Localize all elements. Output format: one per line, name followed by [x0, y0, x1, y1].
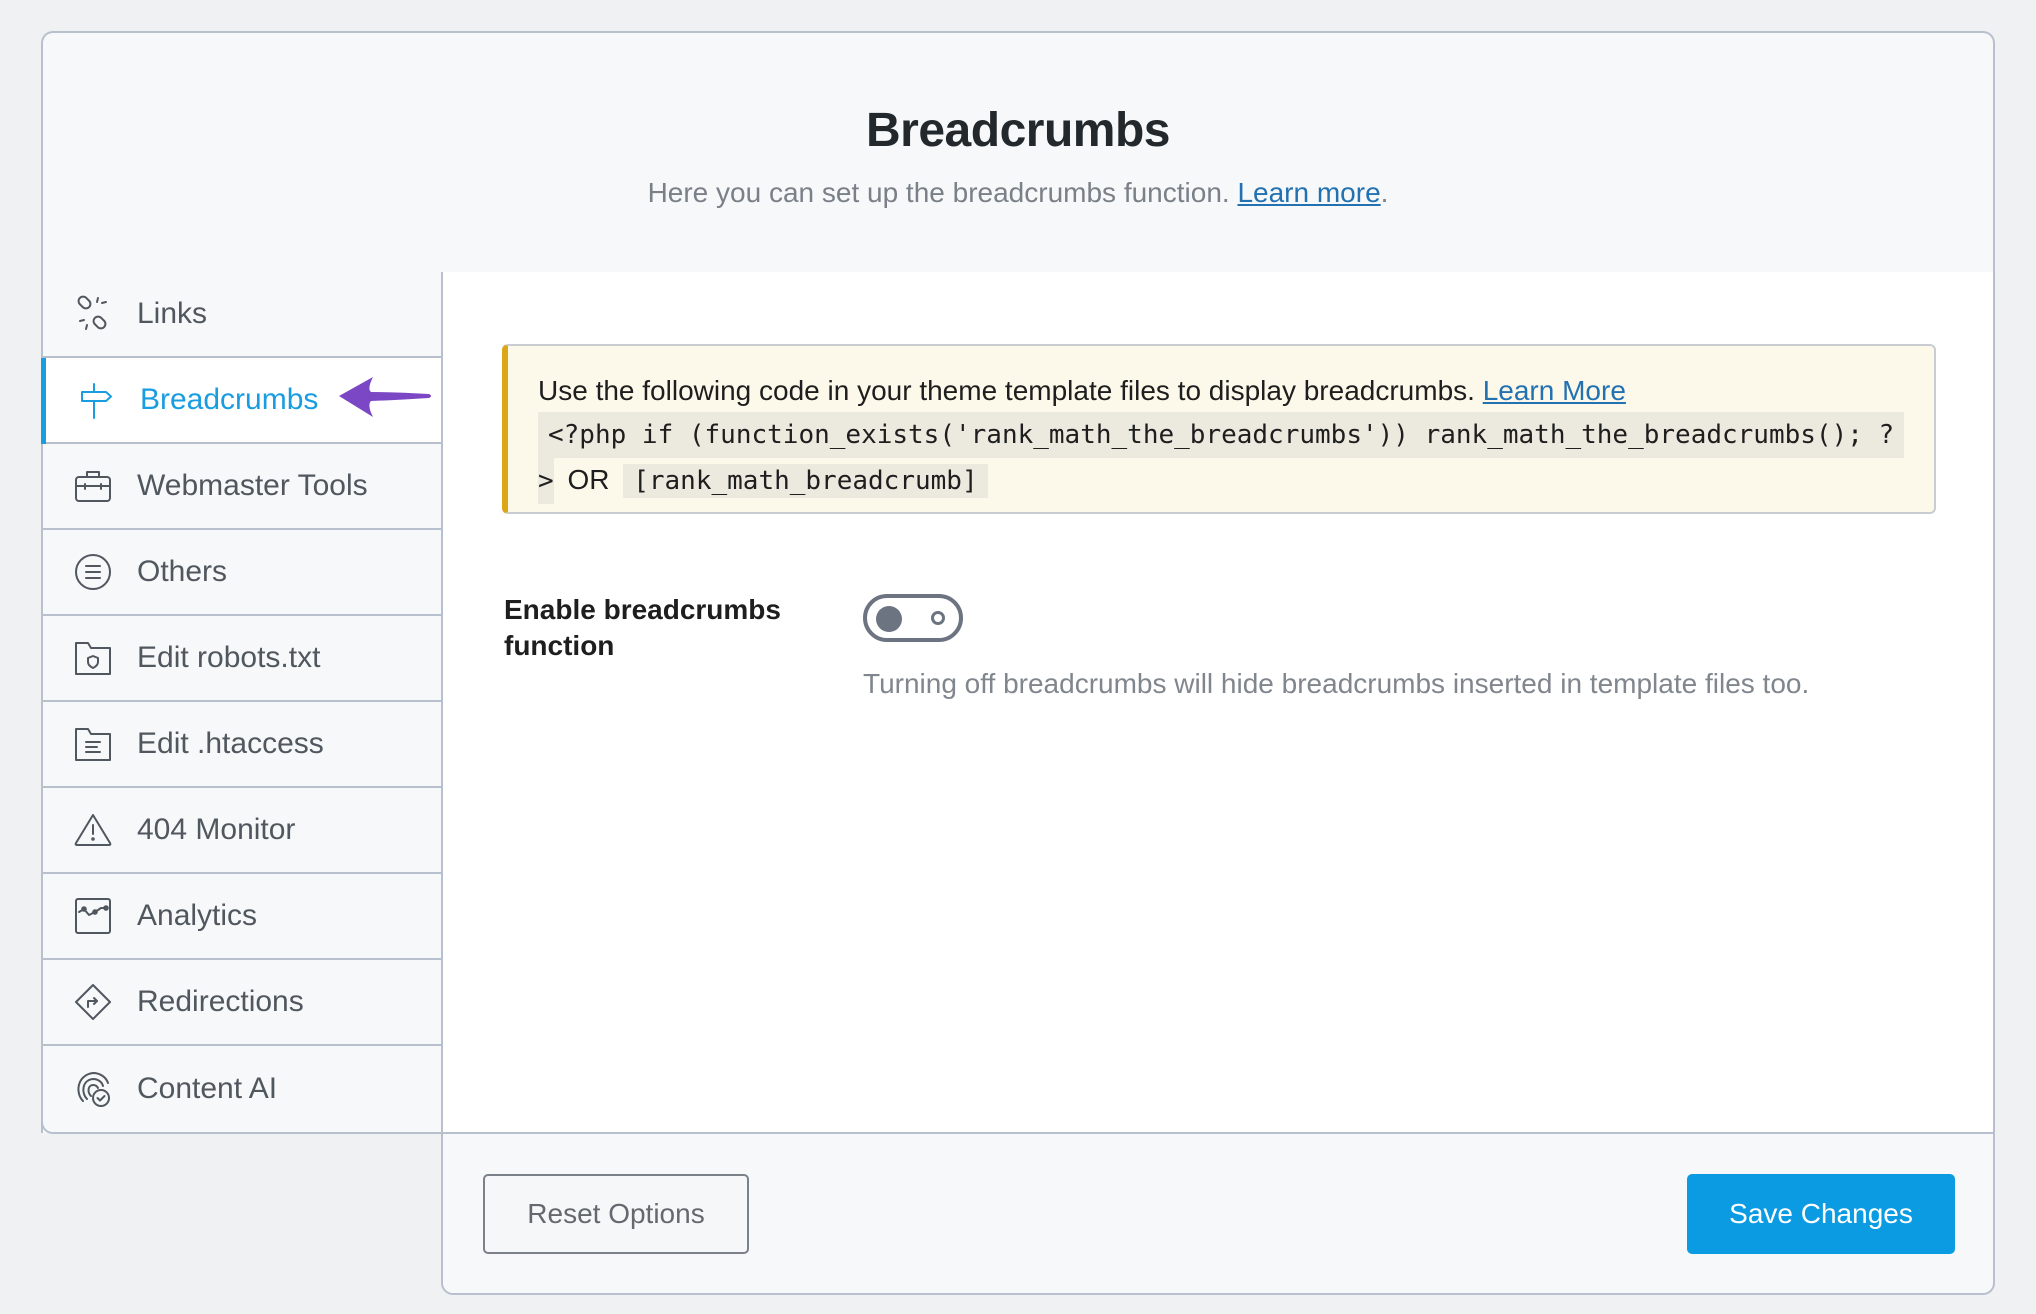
sidebar-item-label: Redirections [137, 985, 304, 1018]
page-title: Breadcrumbs [866, 104, 1170, 157]
toggle-off-indicator-icon [931, 611, 945, 625]
sidebar-item-others[interactable]: Others [43, 530, 443, 616]
save-changes-button[interactable]: Save Changes [1687, 1174, 1955, 1254]
broken-link-icon [73, 294, 113, 334]
sidebar-item-webmaster-tools[interactable]: Webmaster Tools [43, 444, 443, 530]
annotation-arrow-icon [339, 377, 431, 417]
notice-learn-more-link[interactable]: Learn More [1483, 375, 1626, 406]
notice-or-text: OR [567, 464, 610, 495]
reset-options-button[interactable]: Reset Options [483, 1174, 749, 1254]
chart-line-icon [73, 896, 113, 936]
shortcode-snippet[interactable]: [rank_math_breadcrumb] [623, 464, 988, 498]
notice-text: Use the following code in your theme tem… [538, 375, 1475, 406]
sidebar-item-links[interactable]: Links [43, 272, 443, 358]
php-code-snippet-end: > [538, 458, 554, 504]
enable-breadcrumbs-description: Turning off breadcrumbs will hide breadc… [863, 668, 1810, 699]
sidebar-item-label: 404 Monitor [137, 813, 296, 846]
sidebar-item-label: Edit robots.txt [137, 641, 321, 674]
learn-more-link[interactable]: Learn more [1237, 177, 1380, 208]
sidebar-item-label: Links [137, 297, 208, 330]
sidebar-item-label: Breadcrumbs [140, 383, 319, 416]
page-subtitle: Here you can set up the breadcrumbs func… [43, 177, 1993, 209]
sidebar-item-label: Analytics [137, 899, 258, 932]
folder-text-icon [73, 724, 113, 764]
toolbox-icon [73, 466, 113, 506]
toggle-knob [876, 606, 902, 632]
sidebar-item-label: Edit .htaccess [137, 727, 324, 760]
list-circle-icon [73, 552, 113, 592]
php-code-snippet[interactable]: <?php if (function_exists('rank_math_the… [538, 412, 1905, 458]
sidebar-item-404-monitor[interactable]: 404 Monitor [43, 788, 443, 874]
sidebar-item-label: Content AI [137, 1072, 278, 1105]
signpost-icon [76, 380, 116, 420]
sidebar-item-edit-robots[interactable]: Edit robots.txt [43, 616, 443, 702]
enable-breadcrumbs-label: Enable breadcrumbs function [504, 594, 781, 661]
sidebar-item-edit-htaccess[interactable]: Edit .htaccess [43, 702, 443, 788]
sidebar-item-label: Others [137, 555, 228, 588]
sidebar-item-label: Webmaster Tools [137, 469, 368, 502]
subtitle-text: Here you can set up the breadcrumbs func… [647, 177, 1230, 208]
settings-content: Use the following code in your theme tem… [441, 272, 1995, 1134]
enable-breadcrumbs-toggle[interactable] [863, 594, 963, 642]
subtitle-period: . [1380, 177, 1389, 208]
breadcrumbs-code-notice: Use the following code in your theme tem… [502, 344, 1936, 514]
sidebar-item-analytics[interactable]: Analytics [43, 874, 443, 960]
fingerprint-check-icon [73, 1069, 113, 1109]
page-header: Breadcrumbs Here you can set up the brea… [43, 33, 1993, 274]
diamond-arrow-icon [73, 982, 113, 1022]
folder-shield-icon [73, 638, 113, 678]
sidebar-item-content-ai[interactable]: Content AI [43, 1046, 443, 1132]
settings-footer: Reset Options Save Changes [441, 1132, 1995, 1295]
warning-triangle-icon [73, 810, 113, 850]
sidebar-item-redirections[interactable]: Redirections [43, 960, 443, 1046]
